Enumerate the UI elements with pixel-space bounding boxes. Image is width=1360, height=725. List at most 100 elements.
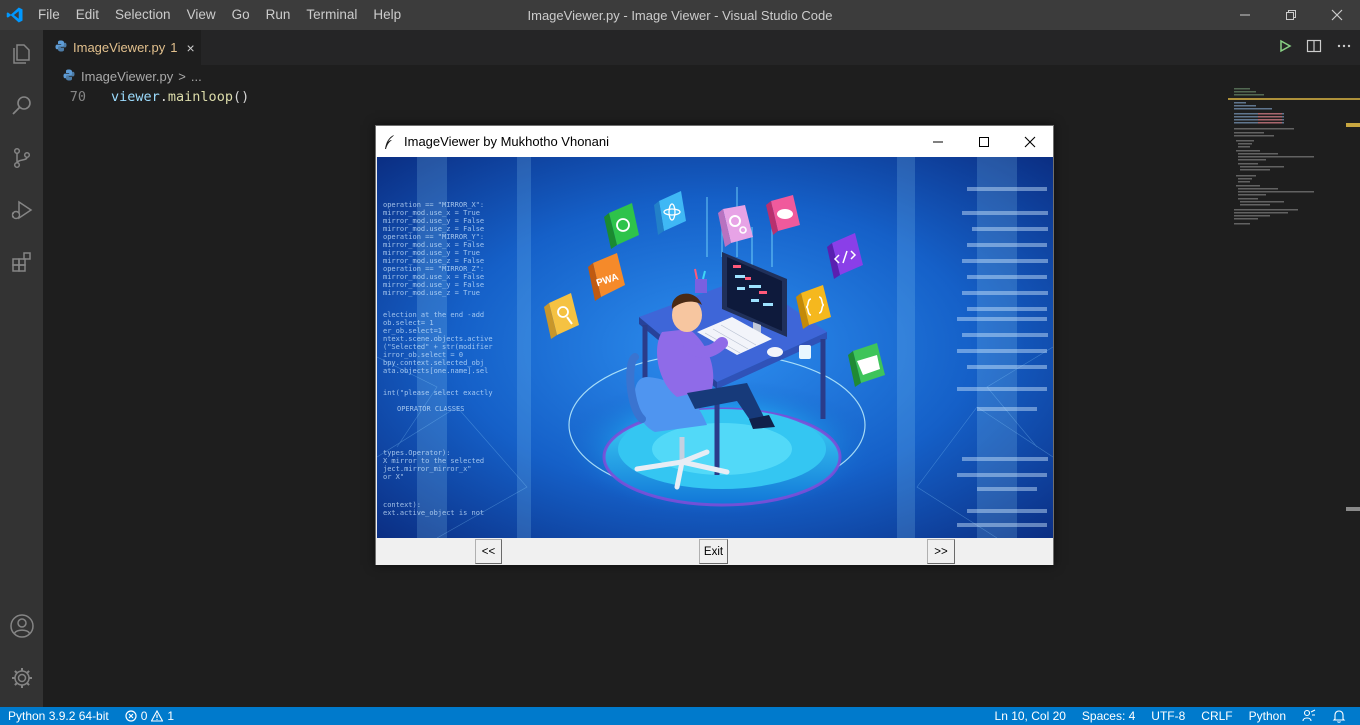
imageviewer-titlebar: ImageViewer by Mukhotho Vhonani bbox=[376, 126, 1053, 157]
image-code-line: mirror_mod.use_x = False bbox=[383, 273, 484, 281]
notifications-bell-icon[interactable] bbox=[1324, 709, 1354, 723]
feedback-icon[interactable] bbox=[1294, 709, 1324, 723]
exit-button[interactable]: Exit bbox=[699, 539, 728, 564]
window-controls bbox=[1222, 0, 1360, 30]
status-bar-right: Ln 10, Col 20 Spaces: 4 UTF-8 CRLF Pytho… bbox=[987, 707, 1354, 725]
image-code-line: OPERATOR CLASSES bbox=[397, 405, 464, 413]
image-code-line: context): bbox=[383, 501, 421, 509]
close-window-button[interactable] bbox=[1314, 0, 1360, 30]
close-icon bbox=[1331, 9, 1343, 21]
code-parens: () bbox=[232, 88, 250, 105]
breadcrumb-separator: > bbox=[178, 68, 186, 84]
cursor-position[interactable]: Ln 10, Col 20 bbox=[987, 709, 1074, 723]
source-control-icon[interactable] bbox=[0, 134, 43, 182]
menu-help[interactable]: Help bbox=[365, 0, 409, 30]
menu-selection[interactable]: Selection bbox=[107, 0, 179, 30]
image-code-line: mirror_mod.use_x = True bbox=[383, 209, 480, 217]
image-code-line: irror_ob.select = 0 bbox=[383, 351, 463, 359]
more-actions-icon[interactable] bbox=[1336, 38, 1352, 58]
restore-button[interactable] bbox=[1268, 0, 1314, 30]
run-python-file-icon[interactable] bbox=[1278, 38, 1292, 57]
imageviewer-button-bar: << Exit >> bbox=[376, 538, 1053, 565]
image-code-line: operation == "MIRROR_X": bbox=[383, 201, 484, 209]
manage-gear-icon[interactable] bbox=[0, 654, 43, 702]
search-icon[interactable] bbox=[0, 82, 43, 130]
image-code-line: mirror_mod.use_z = False bbox=[383, 225, 484, 233]
restore-icon bbox=[1286, 10, 1296, 20]
close-icon bbox=[1024, 136, 1036, 147]
image-code-line: mirror_mod.use_y = False bbox=[383, 217, 484, 225]
problems-indicator[interactable]: 0 1 bbox=[117, 709, 182, 723]
menu-terminal[interactable]: Terminal bbox=[298, 0, 365, 30]
image-code-line: mirror_mod.use_z = True bbox=[383, 289, 480, 297]
encoding[interactable]: UTF-8 bbox=[1143, 709, 1193, 723]
vscode-logo-icon bbox=[0, 0, 30, 30]
image-code-line: bpy.context.selected_obj bbox=[383, 359, 484, 367]
imageviewer-window-controls bbox=[915, 126, 1053, 157]
image-code-line: er_ob.select=1 bbox=[383, 327, 442, 335]
imageviewer-maximize-button[interactable] bbox=[961, 126, 1007, 157]
python-file-icon bbox=[63, 69, 75, 84]
image-code-line: election at the end -add bbox=[383, 311, 484, 319]
previous-image-button[interactable]: << bbox=[475, 539, 502, 564]
minimize-button[interactable] bbox=[1222, 0, 1268, 30]
python-file-icon bbox=[55, 40, 67, 55]
image-code-line: ext.active_object is not bbox=[383, 509, 484, 517]
tab-imageviewer-py[interactable]: ImageViewer.py 1 × bbox=[43, 30, 201, 65]
minimize-icon bbox=[933, 141, 943, 142]
image-code-line: X mirror to the selected bbox=[383, 457, 484, 465]
breadcrumb-file[interactable]: ImageViewer.py bbox=[81, 69, 173, 84]
minimize-icon bbox=[1240, 14, 1250, 16]
activity-bar bbox=[0, 30, 43, 707]
image-code-line: int("please select exactly bbox=[383, 389, 493, 397]
image-code-line: operation == "MIRROR_Z": bbox=[383, 265, 484, 273]
accounts-icon[interactable] bbox=[0, 602, 43, 650]
menu-run[interactable]: Run bbox=[258, 0, 299, 30]
menu-file[interactable]: File bbox=[30, 0, 68, 30]
error-icon bbox=[125, 710, 137, 722]
code-method: mainloop bbox=[167, 88, 233, 105]
image-code-line: operation == "MIRROR_Y": bbox=[383, 233, 484, 241]
minimap[interactable] bbox=[1228, 87, 1360, 707]
run-debug-icon[interactable] bbox=[0, 186, 43, 234]
line-number: 70 bbox=[69, 88, 86, 105]
extensions-icon[interactable] bbox=[0, 238, 43, 286]
image-code-line: mirror_mod.use_y = True bbox=[383, 249, 480, 257]
tab-label: ImageViewer.py bbox=[73, 40, 166, 55]
language-mode[interactable]: Python bbox=[1241, 709, 1294, 723]
tk-feather-icon bbox=[376, 134, 404, 150]
code-object: viewer bbox=[111, 88, 160, 105]
explorer-icon[interactable] bbox=[0, 30, 43, 78]
imageviewer-minimize-button[interactable] bbox=[915, 126, 961, 157]
tab-close-icon[interactable]: × bbox=[187, 40, 195, 56]
end-of-line[interactable]: CRLF bbox=[1193, 709, 1240, 723]
maximize-icon bbox=[979, 136, 989, 147]
indentation[interactable]: Spaces: 4 bbox=[1074, 709, 1143, 723]
editor-actions bbox=[1278, 30, 1352, 65]
menu-bar: File Edit Selection View Go Run Terminal… bbox=[30, 0, 409, 30]
menu-view[interactable]: View bbox=[179, 0, 224, 30]
image-code-line: mirror_mod.use_x = False bbox=[383, 241, 484, 249]
vscode-titlebar: File Edit Selection View Go Run Terminal… bbox=[0, 0, 1360, 30]
displayed-image: operation == "MIRROR_X": mirror_mod.use_… bbox=[377, 157, 1053, 538]
breadcrumb: ImageViewer.py > ... bbox=[43, 65, 1228, 87]
error-count: 0 bbox=[140, 709, 148, 723]
editor-scrollbar[interactable] bbox=[1346, 87, 1360, 707]
image-code-line: mirror_mod.use_z = False bbox=[383, 257, 484, 265]
split-editor-icon[interactable] bbox=[1306, 38, 1322, 58]
code-dot: . bbox=[159, 88, 168, 105]
imageviewer-title: ImageViewer by Mukhotho Vhonani bbox=[404, 134, 609, 149]
editor-tabs: ImageViewer.py 1 × bbox=[43, 30, 1360, 65]
imageviewer-close-button[interactable] bbox=[1007, 126, 1053, 157]
warning-count: 1 bbox=[167, 709, 175, 723]
breadcrumb-symbol[interactable]: ... bbox=[191, 69, 202, 84]
image-code-line: ata.objects[one.name].sel bbox=[383, 367, 488, 375]
menu-edit[interactable]: Edit bbox=[68, 0, 107, 30]
python-interpreter[interactable]: Python 3.9.2 64-bit bbox=[0, 709, 117, 723]
image-code-line: ntext.scene.objects.active bbox=[383, 335, 493, 343]
next-image-button[interactable]: >> bbox=[927, 539, 955, 564]
code-text: viewer.mainloop() bbox=[111, 89, 249, 105]
image-code-line: ("Selected" + str(modifier bbox=[383, 343, 493, 351]
menu-go[interactable]: Go bbox=[224, 0, 258, 30]
image-code-line: mirror_mod.use_y = False bbox=[383, 281, 484, 289]
